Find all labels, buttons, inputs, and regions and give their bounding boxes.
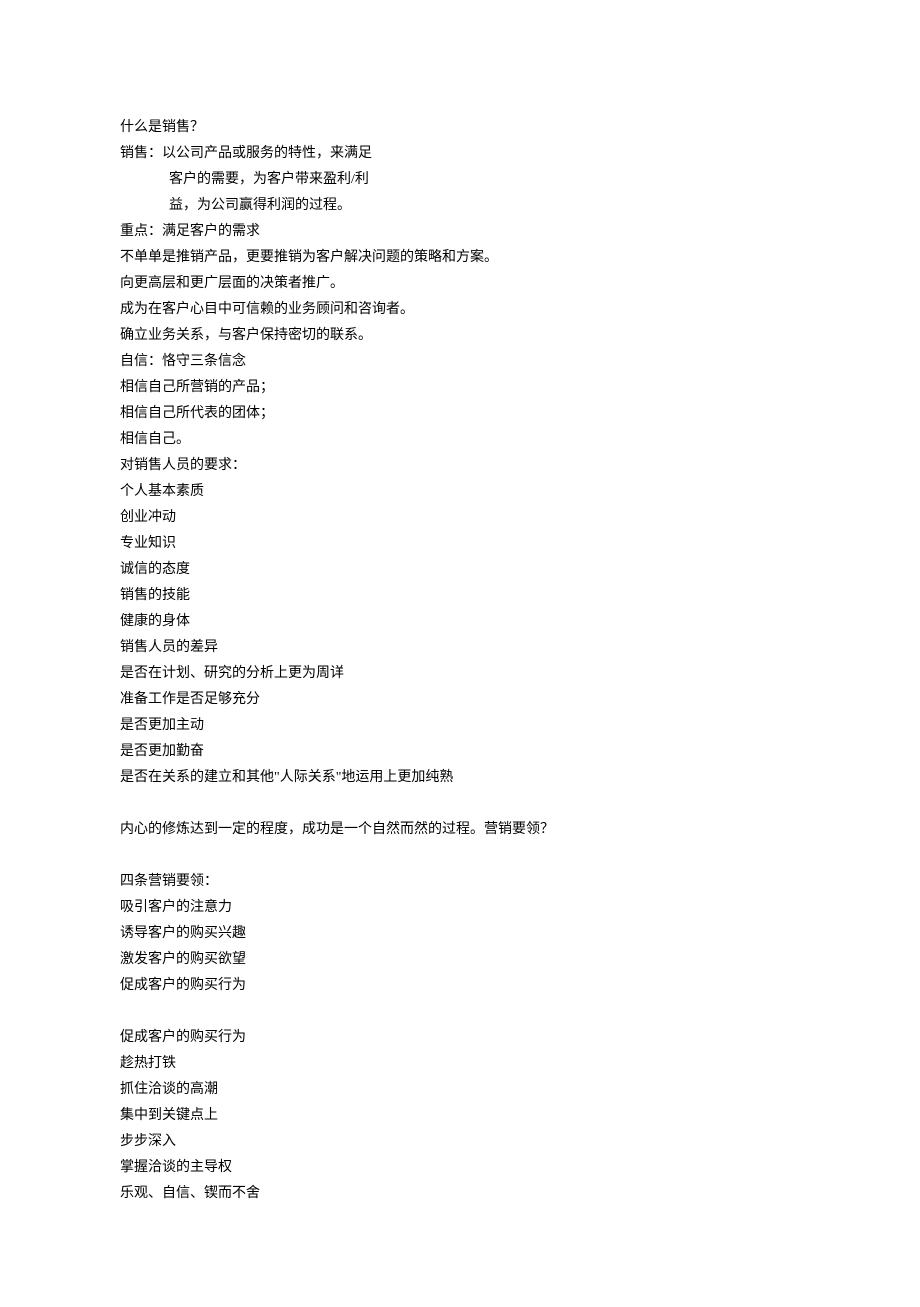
document-page: 什么是销售？销售：以公司产品或服务的特性，来满足客户的需要，为客户带来盈利/利益… — [0, 0, 920, 1307]
text-line: 相信自己所营销的产品； — [120, 375, 800, 401]
text-line: 成为在客户心目中可信赖的业务顾问和咨询者。 — [120, 297, 800, 323]
text-line: 销售人员的差异 — [120, 635, 800, 661]
text-line: 四条营销要领： — [120, 869, 800, 895]
text-line: 吸引客户的注意力 — [120, 895, 800, 921]
text-line: 重点：满足客户的需求 — [120, 219, 800, 245]
text-line: 益，为公司赢得利润的过程。 — [120, 193, 800, 219]
text-line: 健康的身体 — [120, 609, 800, 635]
text-line: 是否在关系的建立和其他"人际关系"地运用上更加纯熟 — [120, 765, 800, 791]
text-line: 集中到关键点上 — [120, 1103, 800, 1129]
text-line: 激发客户的购买欲望 — [120, 947, 800, 973]
text-line: 诱导客户的购买兴趣 — [120, 921, 800, 947]
text-line: 确立业务关系，与客户保持密切的联系。 — [120, 323, 800, 349]
text-line: 是否在计划、研究的分析上更为周详 — [120, 661, 800, 687]
text-line: 促成客户的购买行为 — [120, 973, 800, 999]
text-line: 趁热打铁 — [120, 1051, 800, 1077]
text-line: 抓住洽谈的高潮 — [120, 1077, 800, 1103]
blank-line — [120, 999, 800, 1025]
text-line: 专业知识 — [120, 531, 800, 557]
text-line: 掌握洽谈的主导权 — [120, 1155, 800, 1181]
text-line: 步步深入 — [120, 1129, 800, 1155]
text-line: 是否更加勤奋 — [120, 739, 800, 765]
text-line: 个人基本素质 — [120, 479, 800, 505]
text-line: 销售：以公司产品或服务的特性，来满足 — [120, 141, 800, 167]
text-line: 内心的修炼达到一定的程度，成功是一个自然而然的过程。营销要领？ — [120, 817, 800, 843]
text-line: 准备工作是否足够充分 — [120, 687, 800, 713]
text-line: 是否更加主动 — [120, 713, 800, 739]
text-line: 诚信的态度 — [120, 557, 800, 583]
text-line: 自信：恪守三条信念 — [120, 349, 800, 375]
blank-line — [120, 791, 800, 817]
text-line: 相信自己。 — [120, 427, 800, 453]
text-line: 客户的需要，为客户带来盈利/利 — [120, 167, 800, 193]
text-line: 乐观、自信、锲而不舍 — [120, 1181, 800, 1207]
text-line: 对销售人员的要求： — [120, 453, 800, 479]
text-line: 什么是销售？ — [120, 115, 800, 141]
text-line: 创业冲动 — [120, 505, 800, 531]
text-line: 促成客户的购买行为 — [120, 1025, 800, 1051]
text-line: 相信自己所代表的团体； — [120, 401, 800, 427]
text-line: 向更高层和更广层面的决策者推广。 — [120, 271, 800, 297]
text-line: 不单单是推销产品，更要推销为客户解决问题的策略和方案。 — [120, 245, 800, 271]
document-content: 什么是销售？销售：以公司产品或服务的特性，来满足客户的需要，为客户带来盈利/利益… — [120, 115, 800, 1207]
blank-line — [120, 843, 800, 869]
text-line: 销售的技能 — [120, 583, 800, 609]
